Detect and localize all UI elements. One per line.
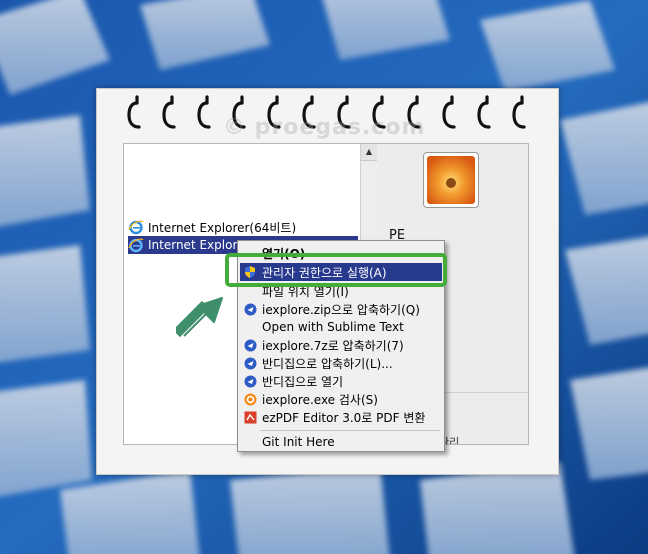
list-item-label: Internet Explorer(64비트) xyxy=(148,220,297,235)
flower-icon xyxy=(427,156,475,204)
bandizip-icon xyxy=(242,355,258,371)
scroll-up-arrow-icon[interactable]: ▲ xyxy=(361,144,377,161)
ie-icon xyxy=(128,238,144,253)
menu-item-bandizip-open[interactable]: 반디집으로 열기 xyxy=(240,372,442,390)
bandizip-icon xyxy=(242,373,258,389)
list-item[interactable]: Internet Explorer(64비트) xyxy=(128,218,296,236)
menu-item-sublime[interactable]: Open with Sublime Text xyxy=(240,318,442,336)
ie-icon xyxy=(128,220,144,235)
menu-item-7z[interactable]: iexplore.7z로 압축하기(7) xyxy=(240,336,442,354)
list-item-label: Internet Explorer xyxy=(148,238,250,252)
watermark: © proegas.com xyxy=(223,115,426,140)
menu-item-bandizip-compress[interactable]: 반디집으로 압축하기(L)... xyxy=(240,354,442,372)
menu-item-git-init[interactable]: Git Init Here xyxy=(240,433,442,451)
antivirus-icon xyxy=(242,391,258,407)
blank-icon xyxy=(242,434,258,450)
ezpdf-icon xyxy=(242,409,258,425)
blank-icon xyxy=(242,319,258,335)
user-picture[interactable] xyxy=(423,152,479,208)
highlight-box-annotation xyxy=(225,253,447,287)
bandizip-icon xyxy=(242,301,258,317)
arrow-up-right-icon xyxy=(176,297,223,338)
bandizip-icon xyxy=(242,337,258,353)
menu-item-ezpdf[interactable]: ezPDF Editor 3.0로 PDF 변환 xyxy=(240,408,442,426)
menu-item-zip[interactable]: iexplore.zip으로 압축하기(Q) xyxy=(240,300,442,318)
menu-separator xyxy=(260,430,440,431)
menu-item-scan[interactable]: iexplore.exe 검사(S) xyxy=(240,390,442,408)
